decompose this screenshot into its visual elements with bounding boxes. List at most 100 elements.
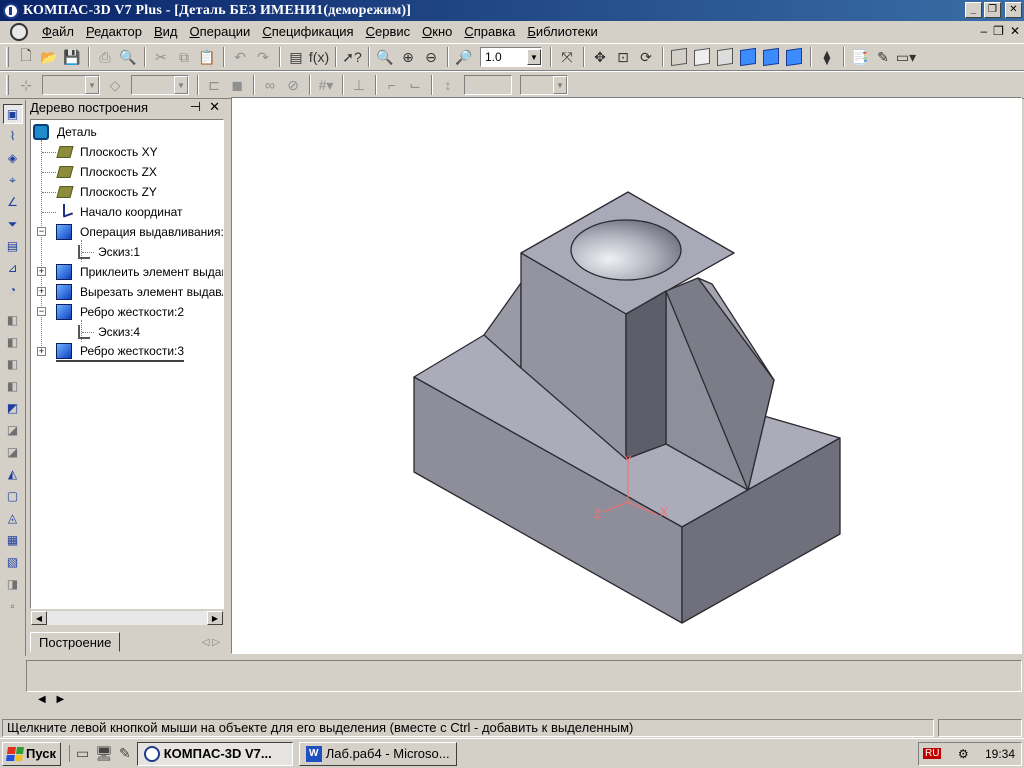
shaded-edges-icon[interactable] bbox=[760, 46, 782, 68]
property-panel[interactable] bbox=[26, 660, 1022, 692]
doc-restore-button[interactable]: ❐ bbox=[993, 24, 1004, 38]
step-icon[interactable]: ⌙ bbox=[404, 74, 426, 96]
language-indicator[interactable]: RU bbox=[923, 748, 942, 759]
auxiliary-geometry-icon[interactable]: ⌖ bbox=[3, 170, 23, 190]
measure-icon[interactable]: ∠ bbox=[3, 192, 23, 212]
menu-operations[interactable]: Операции bbox=[183, 21, 256, 42]
frame-icon[interactable]: ⊏ bbox=[203, 74, 225, 96]
print-icon[interactable]: ⎙ bbox=[94, 46, 116, 68]
scroll-right-icon[interactable]: ▶ bbox=[207, 611, 223, 625]
network-icon[interactable]: ⚙ bbox=[958, 747, 969, 761]
toolbar-grip[interactable] bbox=[6, 47, 9, 67]
tab-scroll-arrows[interactable]: ◁ ▷ bbox=[202, 637, 224, 652]
zoom-window-icon[interactable]: 🔍 bbox=[374, 46, 396, 68]
scroll-left-icon[interactable]: ◀ bbox=[31, 611, 47, 625]
undo-icon[interactable]: ↶ bbox=[229, 46, 251, 68]
extrude-tool-icon[interactable]: ◧ bbox=[3, 310, 23, 330]
show-desktop-icon[interactable]: ▭ bbox=[76, 745, 89, 762]
menu-editor[interactable]: Редактор bbox=[80, 21, 148, 42]
save-icon[interactable]: 💾 bbox=[61, 46, 83, 68]
tree-item-rib-2[interactable]: Ребро жесткости:2 bbox=[56, 302, 184, 322]
redo-icon[interactable]: ↷ bbox=[252, 46, 274, 68]
rotate-icon[interactable]: ⟳ bbox=[635, 46, 657, 68]
expand-expander[interactable]: + bbox=[37, 347, 46, 356]
explorer-icon[interactable]: 🖥 bbox=[95, 745, 113, 762]
more-tools-icon[interactable]: ▫ bbox=[3, 596, 23, 616]
print-preview-icon[interactable]: 🔍 bbox=[117, 46, 139, 68]
section-icon[interactable]: ⧫ bbox=[816, 46, 838, 68]
restore-button[interactable]: ❐ bbox=[984, 2, 1001, 18]
filter-icon[interactable]: ⏷ bbox=[3, 214, 23, 234]
part-model-drawing[interactable]: Y X Z bbox=[232, 98, 1022, 654]
tree-item-add-extrude[interactable]: Приклеить элемент выдавл bbox=[56, 262, 223, 282]
expand-expander[interactable]: + bbox=[37, 267, 46, 276]
menu-window[interactable]: Окно bbox=[416, 21, 458, 42]
title-bar[interactable]: КОМПАС-3D V7 Plus - [Деталь БЕЗ ИМЕНИ1(д… bbox=[0, 0, 1024, 21]
perspective-icon[interactable] bbox=[783, 46, 805, 68]
section-tool-icon[interactable]: ▦ bbox=[3, 530, 23, 550]
tree-scrollbar[interactable]: ◀ ▶ bbox=[30, 610, 224, 626]
orientation-icon[interactable]: ⤧ bbox=[556, 46, 578, 68]
tree-item-plane-zx[interactable]: Плоскость ZX bbox=[56, 162, 157, 182]
document-icon[interactable] bbox=[10, 22, 28, 41]
zoom-in-icon[interactable]: ⊕ bbox=[397, 46, 419, 68]
expand-expander[interactable]: + bbox=[37, 287, 46, 296]
style-combobox[interactable]: ▼ bbox=[42, 75, 100, 95]
model-viewport[interactable]: Y X Z bbox=[231, 97, 1022, 654]
zoom-out-icon[interactable]: ⊖ bbox=[420, 46, 442, 68]
sheet-metal-icon[interactable]: ⊿ bbox=[3, 258, 23, 278]
tree-item-part[interactable]: Деталь bbox=[33, 122, 97, 142]
collapse-expander[interactable]: − bbox=[37, 227, 46, 236]
function-icon[interactable]: f(x) bbox=[308, 46, 330, 68]
ortho-icon[interactable]: ⌐ bbox=[381, 74, 403, 96]
task-kompas[interactable]: КОМПАС-3D V7... bbox=[136, 741, 293, 766]
library-icon[interactable]: 📑 bbox=[849, 46, 871, 68]
minimize-button[interactable]: _ bbox=[965, 2, 982, 18]
chamfer-tool-icon[interactable]: ◪ bbox=[3, 420, 23, 440]
tree-item-rib-3[interactable]: Ребро жесткости:3 bbox=[56, 342, 185, 362]
copy-icon[interactable]: ⧉ bbox=[173, 46, 195, 68]
menu-specification[interactable]: Спецификация bbox=[256, 21, 359, 42]
coord-x-field[interactable] bbox=[464, 75, 512, 95]
tree-header[interactable]: Дерево построения ⊣ ✕ bbox=[28, 97, 226, 117]
snap-icon[interactable]: ⊹ bbox=[15, 74, 37, 96]
fill-icon[interactable]: ◼ bbox=[226, 74, 248, 96]
paste-icon[interactable]: 📋 bbox=[196, 46, 218, 68]
panel-scroll-arrows[interactable]: ◀ ▶ bbox=[38, 694, 68, 705]
pan-icon[interactable]: ✥ bbox=[589, 46, 611, 68]
kompas-app-icon[interactable] bbox=[3, 2, 19, 19]
doc-minimize-button[interactable]: – bbox=[980, 24, 987, 38]
hole-tool-icon[interactable]: ◪ bbox=[3, 442, 23, 462]
tools-icon[interactable]: ✎ bbox=[872, 46, 894, 68]
loft-tool-icon[interactable]: ◧ bbox=[3, 376, 23, 396]
grid-icon[interactable]: #▾ bbox=[315, 74, 337, 96]
tree-item-extrude-1[interactable]: Операция выдавливания:1 bbox=[56, 222, 223, 242]
task-word[interactable]: W Лаб.раб4 - Microso... bbox=[298, 741, 457, 766]
tree-item-cut-extrude[interactable]: Вырезать элемент выдавли bbox=[56, 282, 223, 302]
menu-libraries[interactable]: Библиотеки bbox=[521, 21, 603, 42]
clock[interactable]: 19:34 bbox=[985, 747, 1015, 761]
rib-tool-icon[interactable]: ◭ bbox=[3, 464, 23, 484]
tree-item-origin[interactable]: Начало координат bbox=[56, 202, 183, 222]
hidden-lines-icon[interactable] bbox=[691, 46, 713, 68]
array-tool-icon[interactable]: ▧ bbox=[3, 552, 23, 572]
link-icon[interactable]: ∞ bbox=[259, 74, 281, 96]
symbols-icon[interactable]: ◔ bbox=[3, 280, 23, 300]
tree-item-sketch-4[interactable]: Эскиз:4 bbox=[78, 322, 140, 342]
collapse-expander[interactable]: − bbox=[37, 307, 46, 316]
rotate-tool-icon[interactable]: ◧ bbox=[3, 332, 23, 352]
hidden-thin-icon[interactable] bbox=[714, 46, 736, 68]
tree-item-sketch-1[interactable]: Эскиз:1 bbox=[78, 242, 140, 262]
tree-item-plane-xy[interactable]: Плоскость XY bbox=[56, 142, 158, 162]
layers-icon[interactable]: ◇ bbox=[104, 74, 126, 96]
build-tree[interactable]: Деталь Плоскость XY Плоскость ZX Плоскос… bbox=[30, 119, 224, 609]
fillet-tool-icon[interactable]: ◩ bbox=[3, 398, 23, 418]
pin-icon[interactable]: ⊣ bbox=[190, 99, 201, 115]
coordinates-icon[interactable]: ↕ bbox=[437, 74, 459, 96]
wireframe-icon[interactable] bbox=[668, 46, 690, 68]
editing-part-icon[interactable]: ▣ bbox=[2, 104, 23, 124]
cut-icon[interactable]: ✂ bbox=[150, 46, 172, 68]
menu-view[interactable]: Вид bbox=[148, 21, 184, 42]
doc-close-button[interactable]: ✕ bbox=[1010, 24, 1020, 38]
fit-view-icon[interactable]: ⊡ bbox=[612, 46, 634, 68]
